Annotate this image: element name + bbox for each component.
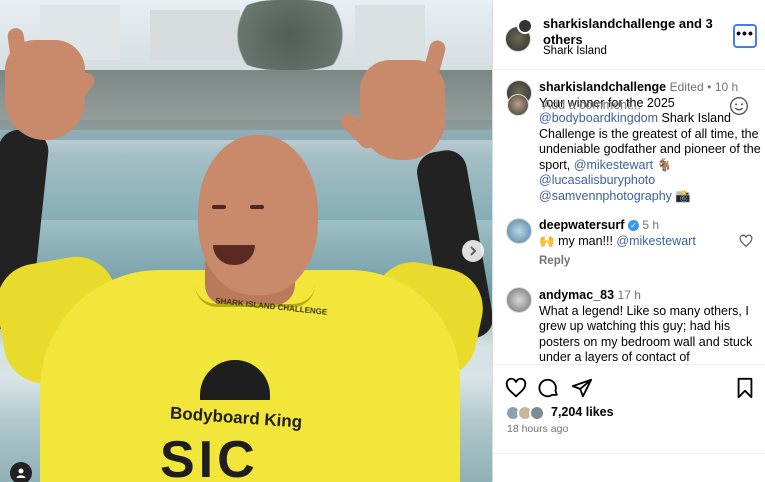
mention-link[interactable]: @lucasalisburyphoto xyxy=(539,173,655,187)
verified-icon: ✓ xyxy=(627,220,639,232)
comment-avatar[interactable] xyxy=(506,287,532,313)
likes-count[interactable]: 7,204 likes xyxy=(551,405,614,419)
comment-text: What a legend! Like so many others, I gr… xyxy=(539,303,753,364)
mention-link[interactable]: @mikestewart xyxy=(574,158,653,172)
comment-time[interactable]: 17 h xyxy=(618,288,641,302)
person-eye xyxy=(212,205,226,209)
raised-hands-emoji: 🙌 xyxy=(539,233,555,248)
post-location[interactable]: Shark Island xyxy=(543,45,607,57)
tagged-users-button[interactable] xyxy=(10,462,32,482)
post-sidebar: sharkislandchallenge and 3 others Shark … xyxy=(492,0,765,482)
more-options-button[interactable]: ••• xyxy=(733,24,757,48)
comment: andymac_83 17 h What a legend! Like so m… xyxy=(539,288,759,363)
mention-link[interactable]: @mikestewart xyxy=(616,234,695,248)
post-timestamp[interactable]: 18 hours ago xyxy=(507,423,568,435)
heart-icon[interactable] xyxy=(739,234,753,248)
add-comment-row xyxy=(493,453,765,482)
comment-username[interactable]: deepwatersurf xyxy=(539,218,624,232)
chevron-right-icon xyxy=(470,246,477,256)
user-tag-icon xyxy=(16,468,26,478)
comment: deepwatersurf ✓ 5 h 🙌 my man!!! @mikeste… xyxy=(539,218,729,249)
person-head xyxy=(198,135,318,295)
comment-icon[interactable] xyxy=(538,377,560,399)
more-options-icon: ••• xyxy=(736,25,754,41)
add-comment-input[interactable] xyxy=(543,98,713,112)
reply-button[interactable]: Reply xyxy=(539,255,570,267)
heart-icon[interactable] xyxy=(505,377,527,399)
current-user-avatar xyxy=(507,94,529,116)
person-eye xyxy=(250,205,264,209)
comment-text: my man!!! xyxy=(558,233,613,248)
goat-emoji: 🐐 xyxy=(656,157,673,172)
comment-time[interactable]: 5 h xyxy=(642,218,659,232)
caption-username[interactable]: sharkislandchallenge xyxy=(539,80,666,94)
emoji-icon[interactable] xyxy=(729,96,749,116)
coauthor-avatar[interactable] xyxy=(517,18,533,34)
bookmark-icon[interactable] xyxy=(735,377,755,399)
comment-avatar[interactable] xyxy=(506,218,532,244)
caption-time[interactable]: 10 h xyxy=(715,80,738,94)
post-actions: 7,204 likes 18 hours ago xyxy=(493,364,765,482)
caption-dot: • xyxy=(707,80,712,94)
shirt-print-big: SIC xyxy=(160,431,259,482)
post-header: sharkislandchallenge and 3 others Shark … xyxy=(493,0,765,70)
liker-avatar xyxy=(529,405,545,421)
photo-person: SHARK ISLAND CHALLENGE Bodyboard King SI… xyxy=(0,0,492,482)
share-icon[interactable] xyxy=(571,377,593,399)
mention-link[interactable]: @bodyboardkingdom xyxy=(539,111,658,125)
next-photo-button[interactable] xyxy=(462,240,484,262)
caption-edited: Edited xyxy=(669,80,704,94)
comment-username[interactable]: andymac_83 xyxy=(539,288,614,302)
camera-emoji: 📸 xyxy=(675,188,691,203)
post-authors[interactable]: sharkislandchallenge and 3 others xyxy=(543,16,723,48)
post-photo[interactable]: SHARK ISLAND CHALLENGE Bodyboard King SI… xyxy=(0,0,492,482)
likers-avatars[interactable] xyxy=(505,405,549,421)
mention-link[interactable]: @samvennphotography xyxy=(539,189,672,203)
